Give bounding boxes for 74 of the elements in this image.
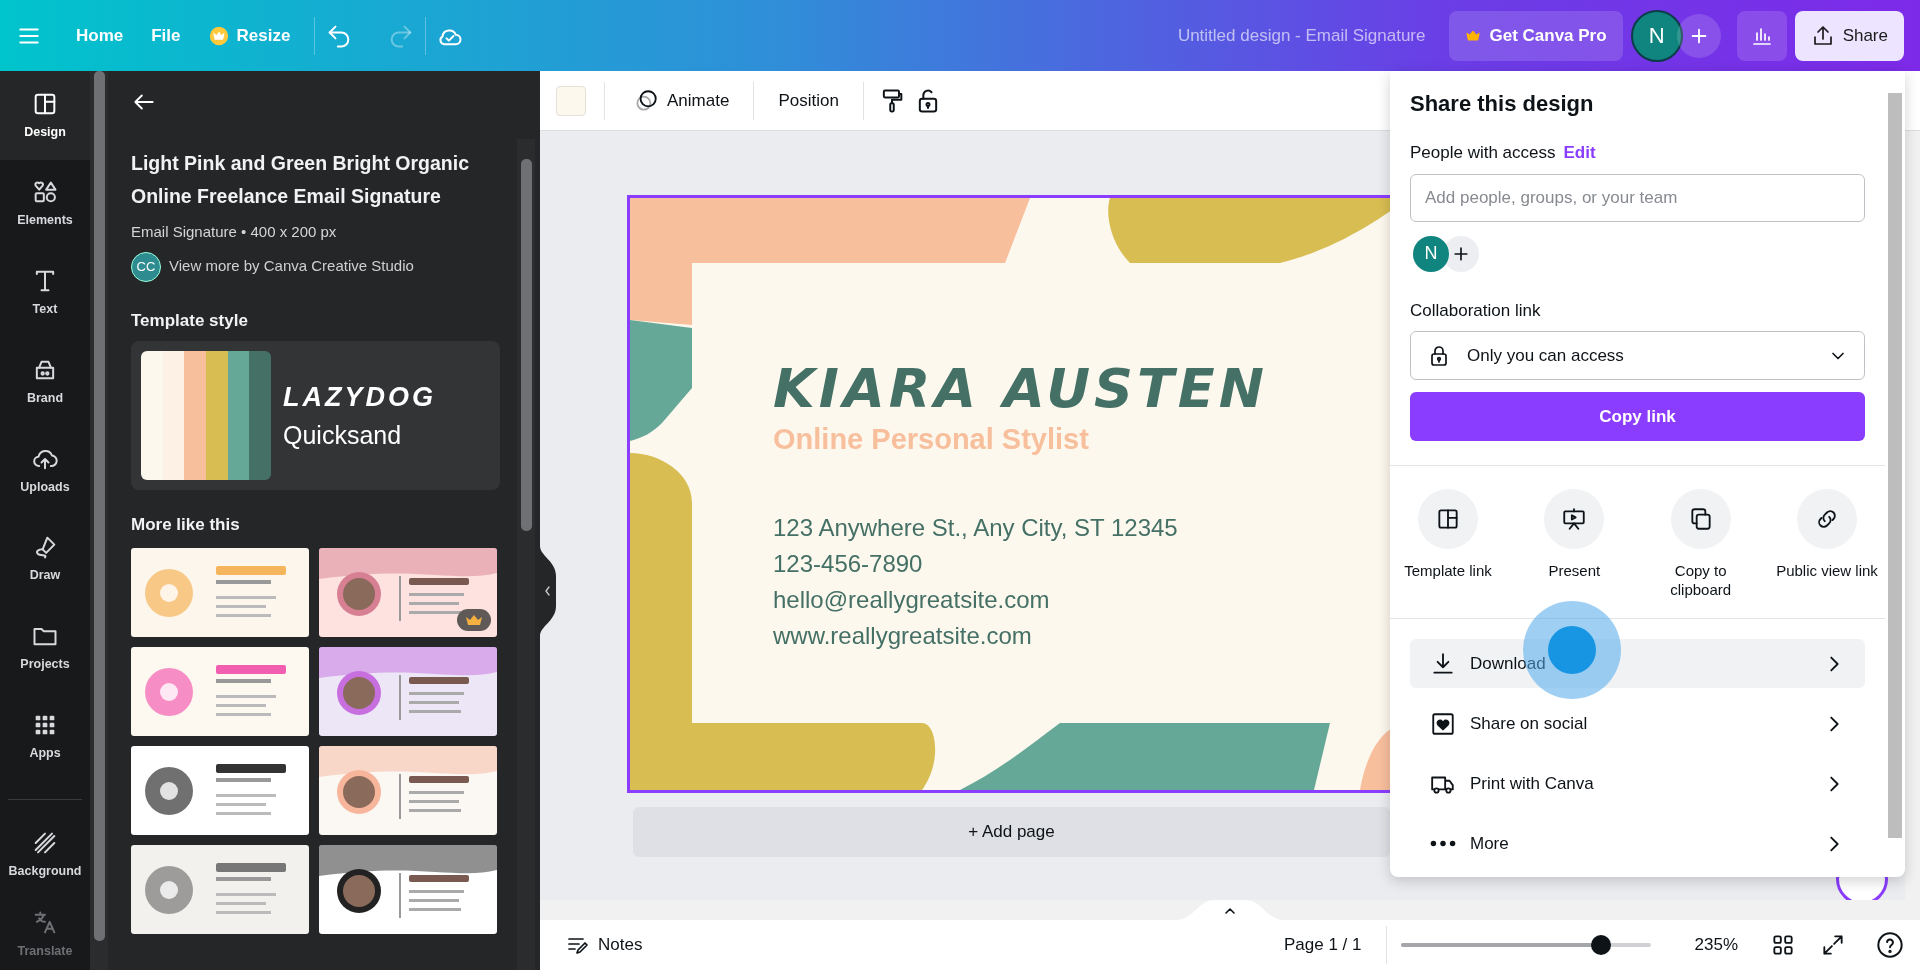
color-swatch[interactable] bbox=[249, 351, 271, 480]
notes-button[interactable]: Notes bbox=[556, 926, 653, 964]
circles-icon bbox=[633, 87, 659, 114]
color-swatch[interactable] bbox=[162, 351, 185, 480]
fullscreen-icon[interactable] bbox=[1820, 932, 1846, 958]
sidebar-tab[interactable]: Background bbox=[0, 810, 90, 899]
share-option[interactable]: Template link bbox=[1390, 488, 1506, 600]
share-option[interactable]: Present bbox=[1516, 488, 1633, 600]
scrollbar[interactable] bbox=[90, 71, 108, 970]
contact-line: hello@reallygreatsite.com bbox=[773, 585, 1051, 615]
upgrade-button[interactable]: Get Canva Pro bbox=[1449, 10, 1623, 61]
menu-item[interactable]: Print with Canva bbox=[1410, 759, 1865, 808]
slider-thumb[interactable] bbox=[1590, 935, 1611, 955]
subheading: Online Personal Stylist bbox=[773, 422, 1089, 457]
copy-link-button[interactable]: Copy link bbox=[1410, 392, 1865, 441]
help-icon[interactable] bbox=[1876, 931, 1904, 959]
page-indicator[interactable]: Page 1 / 1 bbox=[1274, 926, 1372, 964]
sidebar-tab[interactable]: Text bbox=[0, 248, 90, 338]
avatar[interactable]: N bbox=[1413, 235, 1449, 272]
presentation-icon bbox=[1561, 506, 1588, 532]
grid-view-icon[interactable] bbox=[1770, 932, 1796, 958]
toolbar-button[interactable]: Animate bbox=[623, 81, 740, 120]
field-label: People with access bbox=[1410, 142, 1556, 164]
contact-line: 123-456-7890 bbox=[773, 549, 924, 579]
sidebar-tab[interactable]: Elements bbox=[0, 159, 90, 249]
template-title: Light Pink and Green Bright Organic Online Freelance Email Signature bbox=[131, 151, 471, 209]
color-swatch[interactable] bbox=[556, 85, 586, 116]
sidebar-tab[interactable]: Draw bbox=[0, 514, 90, 604]
panel-title: Share this design bbox=[1410, 90, 1595, 118]
avatar[interactable]: N bbox=[1630, 9, 1683, 62]
sidebar-tab[interactable]: Brand bbox=[0, 337, 90, 427]
heading: KIARA AUSTEN bbox=[773, 356, 1268, 422]
section-heading: More like this bbox=[131, 514, 241, 536]
contact-line: 123 Anywhere St., Any City, ST 12345 bbox=[773, 513, 1178, 543]
menu-item[interactable]: Download bbox=[1410, 639, 1865, 688]
layout-icon bbox=[1435, 506, 1461, 532]
add-page-button[interactable]: + Add page bbox=[633, 807, 1390, 857]
sidebar-tab[interactable]: Apps bbox=[0, 692, 90, 782]
style-card[interactable]: LAZYDOG Quicksand bbox=[131, 341, 500, 490]
analytics-button[interactable] bbox=[1736, 10, 1787, 61]
template-info: Email Signature • 400 x 200 px bbox=[131, 222, 338, 242]
font-name: Quicksand bbox=[283, 420, 403, 451]
share-button[interactable]: Share bbox=[1794, 10, 1904, 61]
add-person-button[interactable] bbox=[1676, 13, 1721, 58]
sidebar-tab[interactable]: Projects bbox=[0, 603, 90, 693]
menu-item[interactable]: Share on social bbox=[1410, 699, 1865, 748]
section-heading: Template style bbox=[131, 309, 249, 332]
color-swatch[interactable] bbox=[227, 351, 250, 480]
edit-link[interactable]: Edit bbox=[1563, 140, 1596, 166]
color-swatch[interactable] bbox=[206, 351, 228, 480]
scrollbar[interactable] bbox=[1905, 131, 1920, 900]
zoom-level[interactable]: 235% bbox=[1684, 926, 1748, 964]
sidebar-tab[interactable]: Design bbox=[0, 71, 90, 160]
sidebar-tab[interactable]: Uploads bbox=[0, 426, 90, 515]
field-label: Collaboration link bbox=[1410, 299, 1542, 322]
access-dropdown[interactable]: Only you can access bbox=[1410, 331, 1865, 380]
color-swatch[interactable] bbox=[184, 351, 206, 480]
author-link[interactable]: View more by Canva Creative Studio bbox=[169, 255, 414, 278]
share-option[interactable]: Public view link bbox=[1769, 488, 1885, 600]
scrollbar[interactable] bbox=[517, 139, 535, 970]
color-swatch[interactable] bbox=[141, 351, 163, 480]
share-option[interactable]: Copy to clipboard bbox=[1642, 488, 1759, 600]
invite-field[interactable]: Add people, groups, or your team bbox=[1410, 173, 1865, 222]
zoom-slider[interactable] bbox=[1400, 934, 1651, 956]
author-avatar: CC bbox=[131, 251, 161, 282]
contact-line: www.reallygreatsite.com bbox=[773, 621, 1033, 651]
crown-icon bbox=[208, 25, 229, 46]
toolbar-button[interactable]: Position bbox=[768, 81, 849, 120]
more-icon bbox=[1430, 840, 1456, 847]
heart-frame-icon bbox=[1430, 710, 1456, 737]
menu-item[interactable]: More bbox=[1410, 819, 1865, 868]
collapse-handle[interactable] bbox=[540, 546, 556, 636]
font-name: LAZYDOG bbox=[283, 380, 436, 414]
download-icon bbox=[1430, 650, 1456, 677]
